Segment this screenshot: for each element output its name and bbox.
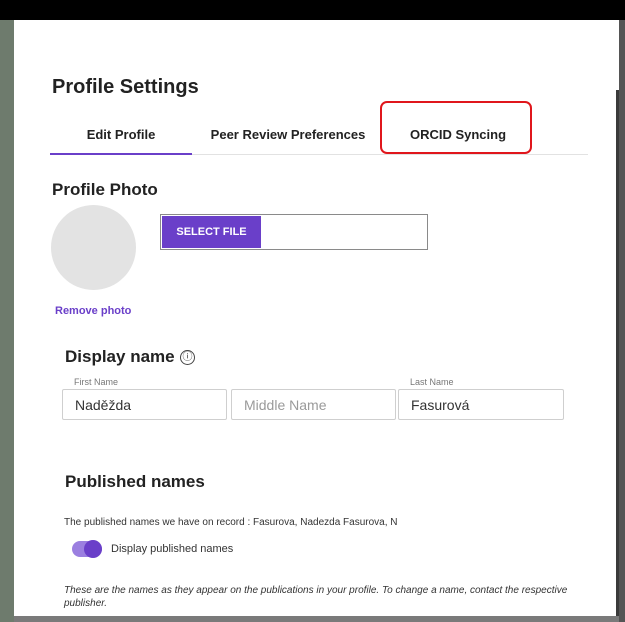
display-published-names-toggle[interactable] (72, 540, 102, 558)
tab-edit-profile[interactable]: Edit Profile (50, 116, 192, 155)
published-names-note: These are the names as they appear on th… (64, 585, 568, 609)
remove-photo-link[interactable]: Remove photo (55, 305, 131, 317)
window-top-bar (0, 0, 625, 20)
background-page-strip (0, 20, 14, 622)
avatar (51, 205, 136, 290)
toggle-knob (84, 540, 102, 558)
modal-title: Profile Settings (52, 76, 199, 98)
profile-photo-heading: Profile Photo (52, 180, 158, 199)
info-icon[interactable]: ⓘ (180, 350, 195, 365)
background-page-edge (619, 20, 625, 622)
middle-name-field[interactable]: Middle Name (231, 389, 396, 420)
published-names-record: The published names we have on record : … (64, 517, 398, 528)
last-name-label: Last Name (410, 377, 454, 387)
orcid-tab-highlight (380, 101, 532, 154)
first-name-label: First Name (74, 377, 119, 387)
scrollbar[interactable] (616, 90, 619, 616)
profile-settings-modal: Profile Settings Edit Profile Peer Revie… (14, 20, 619, 616)
tab-peer-review-preferences[interactable]: Peer Review Preferences (200, 116, 376, 154)
first-name-field[interactable]: Naděžda (62, 389, 227, 420)
last-name-field[interactable]: Fasurová (398, 389, 564, 420)
display-name-heading: Display name (65, 347, 175, 366)
toggle-label: Display published names (111, 543, 234, 555)
published-names-heading: Published names (65, 472, 205, 491)
select-file-button[interactable]: SELECT FILE (162, 216, 261, 248)
